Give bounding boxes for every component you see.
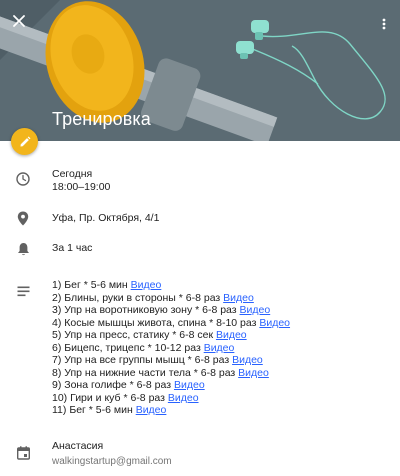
close-button[interactable] <box>6 8 32 34</box>
more-options-button[interactable] <box>374 11 394 37</box>
event-reminder: За 1 час <box>52 242 93 254</box>
event-time-row: Сегодня 18:00–19:00 <box>0 168 400 196</box>
bell-icon <box>15 241 31 257</box>
list-item: 3) Упр на воротниковую зону * 6-8 раз Ви… <box>52 304 290 317</box>
video-link[interactable]: Видео <box>259 317 290 329</box>
calendar-email: walkingstartup@gmail.com <box>52 456 172 467</box>
video-link[interactable]: Видео <box>232 354 263 366</box>
exercise-text: 4) Косые мышцы живота, спина * 8-10 раз <box>52 316 260 329</box>
list-item: 4) Косые мышцы живота, спина * 8-10 раз … <box>52 317 290 330</box>
list-item: 5) Упр на пресс, статику * 6-8 сек Видео <box>52 329 290 342</box>
list-item: 8) Упр на нижние части тела * 6-8 раз Ви… <box>52 367 290 380</box>
notes-icon <box>15 283 31 299</box>
exercise-text: 9) Зона голифе * 6-8 раз <box>52 379 174 391</box>
list-item: 6) Бицепс, трицепс * 10-12 раз Видео <box>52 342 290 355</box>
event-reminder-row: За 1 час <box>0 240 400 256</box>
video-link[interactable]: Видео <box>238 367 269 379</box>
event-day: Сегодня <box>52 168 93 180</box>
exercise-text: 3) Упр на воротниковую зону * 6-8 раз <box>52 304 240 316</box>
exercise-text: 8) Упр на нижние части тела * 6-8 раз <box>52 366 239 379</box>
exercise-text: 7) Упр на все группы мышц * 6-8 раз <box>52 354 233 366</box>
list-item: 11) Бег * 5-6 мин Видео <box>52 404 290 417</box>
video-link[interactable]: Видео <box>204 342 235 354</box>
clock-icon <box>15 171 31 187</box>
exercise-text: 6) Бицепс, трицепс * 10-12 раз <box>52 341 204 354</box>
video-link[interactable]: Видео <box>216 329 247 341</box>
video-link[interactable]: Видео <box>240 304 271 316</box>
video-link[interactable]: Видео <box>136 404 167 416</box>
video-link[interactable]: Видео <box>168 392 199 404</box>
event-header-banner: Тренировка <box>0 0 400 141</box>
exercise-text: 1) Бег * 5-6 мин <box>52 279 131 291</box>
exercise-list: 1) Бег * 5-6 мин Видео 2) Блины, руки в … <box>52 279 290 417</box>
exercise-text: 5) Упр на пресс, статику * 6-8 сек <box>52 329 216 341</box>
calendar-icon <box>15 445 31 461</box>
list-item: 10) Гири и куб * 6-8 раз Видео <box>52 392 290 405</box>
event-calendar-row: Анастасия walkingstartup@gmail.com <box>0 440 400 470</box>
list-item: 9) Зона голифе * 6-8 раз Видео <box>52 379 290 392</box>
video-link[interactable]: Видео <box>131 279 162 291</box>
event-time-range: 18:00–19:00 <box>52 181 111 193</box>
event-title: Тренировка <box>52 109 151 129</box>
video-link[interactable]: Видео <box>174 379 205 391</box>
close-icon <box>13 15 25 27</box>
event-address: Уфа, Пр. Октября, 4/1 <box>52 212 160 224</box>
event-location-row[interactable]: Уфа, Пр. Октября, 4/1 <box>0 210 400 226</box>
list-item: 2) Блины, руки в стороны * 6-8 раз Видео <box>52 292 290 305</box>
exercise-text: 11) Бег * 5-6 мин <box>52 404 136 416</box>
exercise-text: 10) Гири и куб * 6-8 раз <box>52 391 168 404</box>
more-vert-icon <box>382 18 386 30</box>
calendar-owner: Анастасия <box>52 440 104 452</box>
video-link[interactable]: Видео <box>223 292 254 304</box>
list-item: 1) Бег * 5-6 мин Видео <box>52 279 290 292</box>
pencil-icon <box>20 136 30 146</box>
edit-event-button[interactable] <box>11 128 38 155</box>
list-item: 7) Упр на все группы мышц * 6-8 раз Виде… <box>52 354 290 367</box>
location-pin-icon <box>15 210 31 226</box>
exercise-text: 2) Блины, руки в стороны * 6-8 раз <box>52 291 224 304</box>
event-description-row: 1) Бег * 5-6 мин Видео 2) Блины, руки в … <box>0 279 400 421</box>
